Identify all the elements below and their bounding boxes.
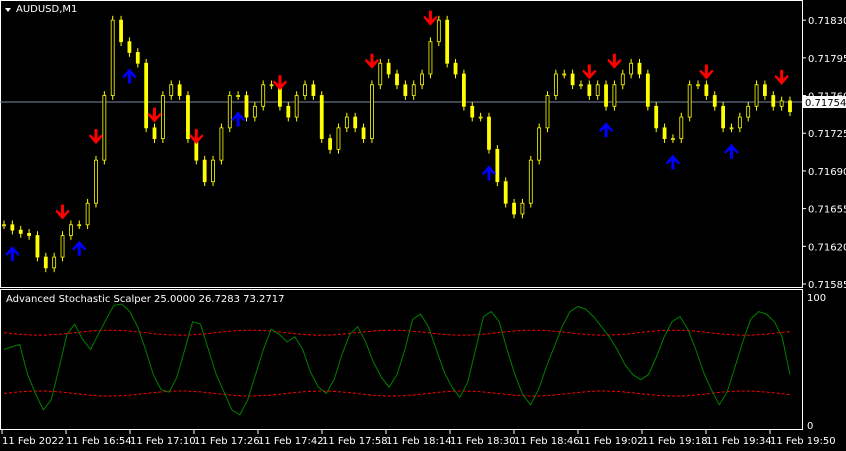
price-tick-label: 0.71655 bbox=[808, 205, 846, 216]
price-tick-label: 0.71690 bbox=[808, 167, 846, 178]
price-tick-label: 0.71620 bbox=[808, 242, 846, 253]
axes-layer: 0.718300.717950.717600.717250.716900.716… bbox=[1, 16, 846, 447]
time-tick-label: 11 Feb 17:42 bbox=[258, 436, 324, 447]
time-axis: 11 Feb 2022 11 Feb 16:5411 Feb 17:1011 Fe… bbox=[1, 430, 836, 447]
time-tick-label: 11 Feb 16:54 bbox=[66, 436, 132, 447]
time-tick-label: 11 Feb 19:34 bbox=[706, 436, 772, 447]
time-tick-label: 11 Feb 2022 bbox=[2, 436, 64, 447]
time-tick-label: 11 Feb 17:58 bbox=[322, 436, 388, 447]
time-tick-label: 11 Feb 19:50 bbox=[770, 436, 836, 447]
time-tick-label: 11 Feb 18:30 bbox=[450, 436, 516, 447]
time-tick-label: 11 Feb 17:26 bbox=[194, 436, 260, 447]
time-tick-label: 11 Feb 19:02 bbox=[578, 436, 644, 447]
time-tick-label: 11 Feb 18:14 bbox=[386, 436, 452, 447]
price-tick-label: 0.71830 bbox=[808, 16, 846, 27]
price-tick-label: 0.71585 bbox=[808, 280, 846, 291]
trading-chart-window[interactable]: AUDUSD,M1 Advanced Stochastic Scalper 25… bbox=[0, 0, 846, 451]
price-tick-label: 0.71725 bbox=[808, 129, 846, 140]
price-tick-label: 0.71795 bbox=[808, 54, 846, 65]
current-price-text: 0.71754 bbox=[805, 98, 846, 109]
time-tick-label: 11 Feb 17:10 bbox=[130, 436, 196, 447]
time-tick-label: 11 Feb 19:18 bbox=[642, 436, 708, 447]
time-tick-label: 11 Feb 18:46 bbox=[514, 436, 580, 447]
price-axis: 0.718300.717950.717600.717250.716900.716… bbox=[802, 16, 846, 291]
